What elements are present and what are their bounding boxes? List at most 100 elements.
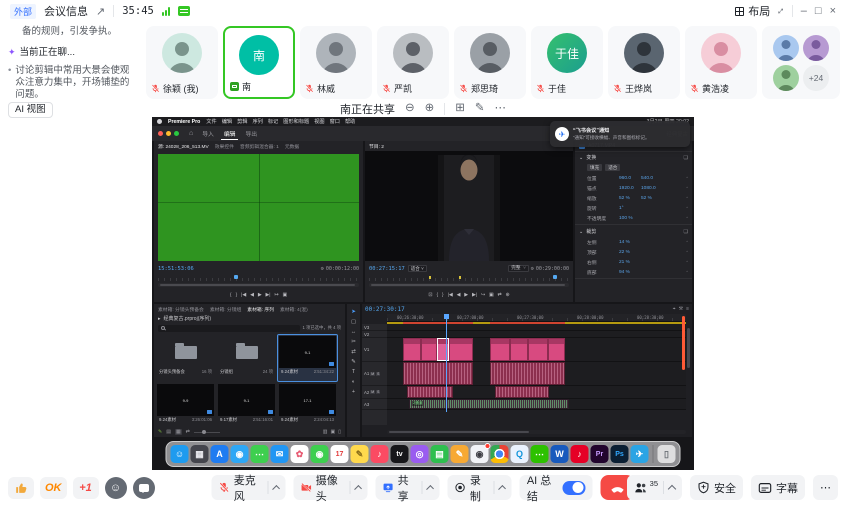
tool-icon[interactable]: ✂: [351, 339, 356, 345]
camera-options-caret[interactable]: [354, 485, 362, 493]
dock-icon-telegram[interactable]: ✈: [631, 445, 649, 463]
timeline-video-clip[interactable]: [421, 338, 437, 361]
menu-item[interactable]: 编辑: [222, 118, 232, 125]
edit-icon[interactable]: ✎: [158, 429, 162, 435]
timeline-hscrollbar[interactable]: [387, 430, 686, 434]
record-options-caret[interactable]: [498, 485, 506, 493]
tool-icon[interactable]: ✎: [351, 359, 356, 365]
workspace-tab[interactable]: 导入: [199, 128, 217, 140]
dock-icon-wechat[interactable]: ⋯: [531, 445, 549, 463]
tab-program[interactable]: 节目: 2: [369, 143, 384, 150]
dock-icon-trash[interactable]: ▯: [658, 445, 676, 463]
participants-overflow-tile[interactable]: +24: [762, 26, 840, 99]
apple-logo-icon[interactable]: [157, 119, 162, 124]
fx-property-row[interactable]: 右侧21 %◦: [575, 257, 692, 267]
delete-icon[interactable]: ▯: [338, 429, 341, 435]
dock-icon-pages[interactable]: ✎: [451, 445, 469, 463]
program-scrollbar[interactable]: [369, 283, 569, 287]
dock-icon-finder[interactable]: ☺: [171, 445, 189, 463]
audio-track-header[interactable]: A1MS: [362, 362, 387, 386]
participant-tile[interactable]: 于佳于佳: [531, 26, 603, 99]
fx-property-row[interactable]: 顶部22 %◦: [575, 247, 692, 257]
transport-icon[interactable]: ◀: [250, 293, 254, 298]
zoom-in-icon[interactable]: ⊕: [425, 103, 435, 115]
audio-track-header[interactable]: A2MS: [362, 386, 387, 399]
participant-tile[interactable]: 郑思琦: [454, 26, 526, 99]
tool-icon[interactable]: ➤: [351, 309, 356, 315]
fx-property-row[interactable]: 左侧14 %◦: [575, 237, 692, 247]
transport-icon[interactable]: ⊕: [506, 293, 510, 298]
meeting-info-button[interactable]: 会议信息: [44, 3, 88, 19]
fx-property-row[interactable]: 不透明度100 %◦: [575, 213, 692, 223]
project-clip-item[interactable]: 9-19.24素材2:51:34:22: [278, 335, 337, 381]
source-tab[interactable]: 效果控件: [215, 143, 234, 150]
tool-icon[interactable]: +: [352, 389, 355, 395]
project-clip-item[interactable]: 17-19.24素材2:24:04:13: [278, 383, 337, 429]
transport-icon[interactable]: ▶: [258, 293, 262, 298]
list-view-icon[interactable]: ▤: [166, 429, 171, 435]
transport-icon[interactable]: }: [442, 293, 444, 298]
menu-item[interactable]: 剪辑: [237, 118, 247, 125]
timeline-orange-scrollbar[interactable]: [682, 316, 685, 370]
dock-icon-facetime[interactable]: ◉: [311, 445, 329, 463]
fx-chip-button[interactable]: 适合: [605, 164, 620, 171]
tool-icon[interactable]: ↔: [351, 329, 356, 335]
new-item-icon[interactable]: ▣: [331, 429, 336, 435]
fx-property-row[interactable]: 旋转1°◦: [575, 203, 692, 213]
participant-tile[interactable]: 王烨岚: [608, 26, 680, 99]
timeline-menu-icon[interactable]: ≡: [686, 306, 689, 312]
source-tab[interactable]: 音频剪辑混合器: 1: [240, 143, 279, 150]
security-button[interactable]: 安全: [690, 475, 743, 500]
close-button[interactable]: ×: [830, 5, 836, 17]
transport-icon[interactable]: |◀: [241, 293, 246, 298]
transport-icon[interactable]: }: [236, 293, 238, 298]
transport-icon[interactable]: {: [230, 293, 232, 298]
participant-tile[interactable]: 林威: [300, 26, 372, 99]
dock-icon-notes[interactable]: ✎: [351, 445, 369, 463]
fx-chip-button[interactable]: 填充: [587, 164, 602, 171]
video-track-header[interactable]: V3: [362, 324, 387, 331]
participant-tile[interactable]: 黄浩凌: [685, 26, 757, 99]
transport-icon[interactable]: {: [436, 293, 438, 298]
dock-icon-qq[interactable]: Q: [511, 445, 529, 463]
dock-icon-netease-music[interactable]: ♪: [571, 445, 589, 463]
app-name[interactable]: Premiere Pro: [168, 119, 200, 125]
project-tab[interactable]: 素材箱: 分镜头预备会: [158, 306, 204, 313]
project-tab[interactable]: 素材箱: 分镜组: [210, 306, 241, 313]
menu-item[interactable]: 序列: [252, 118, 262, 125]
dock-icon-premiere[interactable]: Pr: [591, 445, 609, 463]
video-track-header[interactable]: V2: [362, 331, 387, 338]
menu-item[interactable]: 窗口: [330, 118, 340, 125]
search-input[interactable]: [158, 325, 300, 332]
zoom-out-icon[interactable]: ⊖: [405, 103, 415, 115]
timeline-video-clip[interactable]: [528, 338, 548, 361]
timeline-video-clip[interactable]: [490, 338, 510, 361]
transport-icon[interactable]: ⇄: [498, 293, 502, 298]
participant-tile[interactable]: 徐颖 (我): [146, 26, 218, 99]
dock-icon-safari[interactable]: ◉: [231, 445, 249, 463]
new-bin-icon[interactable]: ▥: [323, 429, 328, 435]
timeline-video-clip[interactable]: [548, 338, 565, 361]
tool-icon[interactable]: T: [352, 369, 355, 375]
grid-view-icon[interactable]: ▦: [175, 429, 182, 435]
video-track-header[interactable]: V1: [362, 338, 387, 362]
transport-icon[interactable]: |◀: [448, 293, 453, 298]
share-options-caret[interactable]: [426, 485, 434, 493]
audio-track-header[interactable]: A3: [362, 399, 387, 410]
timeline-ruler[interactable]: 00:26:30:0000:27:00:0000:27:30:0000:28:0…: [387, 314, 686, 322]
wrench-icon[interactable]: ⚙: [321, 266, 324, 272]
dock-icon-photos[interactable]: ✿: [291, 445, 309, 463]
source-tab[interactable]: 源: 24028_206_513.MV: [158, 143, 209, 150]
timeline-audio-clip[interactable]: [403, 362, 473, 385]
menu-item[interactable]: 标记: [268, 118, 278, 125]
maximize-button[interactable]: □: [815, 5, 822, 17]
chat-button[interactable]: [133, 477, 155, 499]
fx-property-row[interactable]: 缩放52 %52 %◦: [575, 193, 692, 203]
dock-icon-podcasts[interactable]: ◎: [411, 445, 429, 463]
transport-icon[interactable]: ▶|: [472, 293, 477, 298]
fit-dropdown[interactable]: 适合 ˅: [408, 265, 427, 272]
menu-item[interactable]: 文件: [206, 118, 216, 125]
source-scrub-bar[interactable]: [158, 275, 359, 281]
dock-icon-launchpad[interactable]: ▦: [191, 445, 209, 463]
share-more-icon[interactable]: ⋯: [495, 103, 507, 115]
